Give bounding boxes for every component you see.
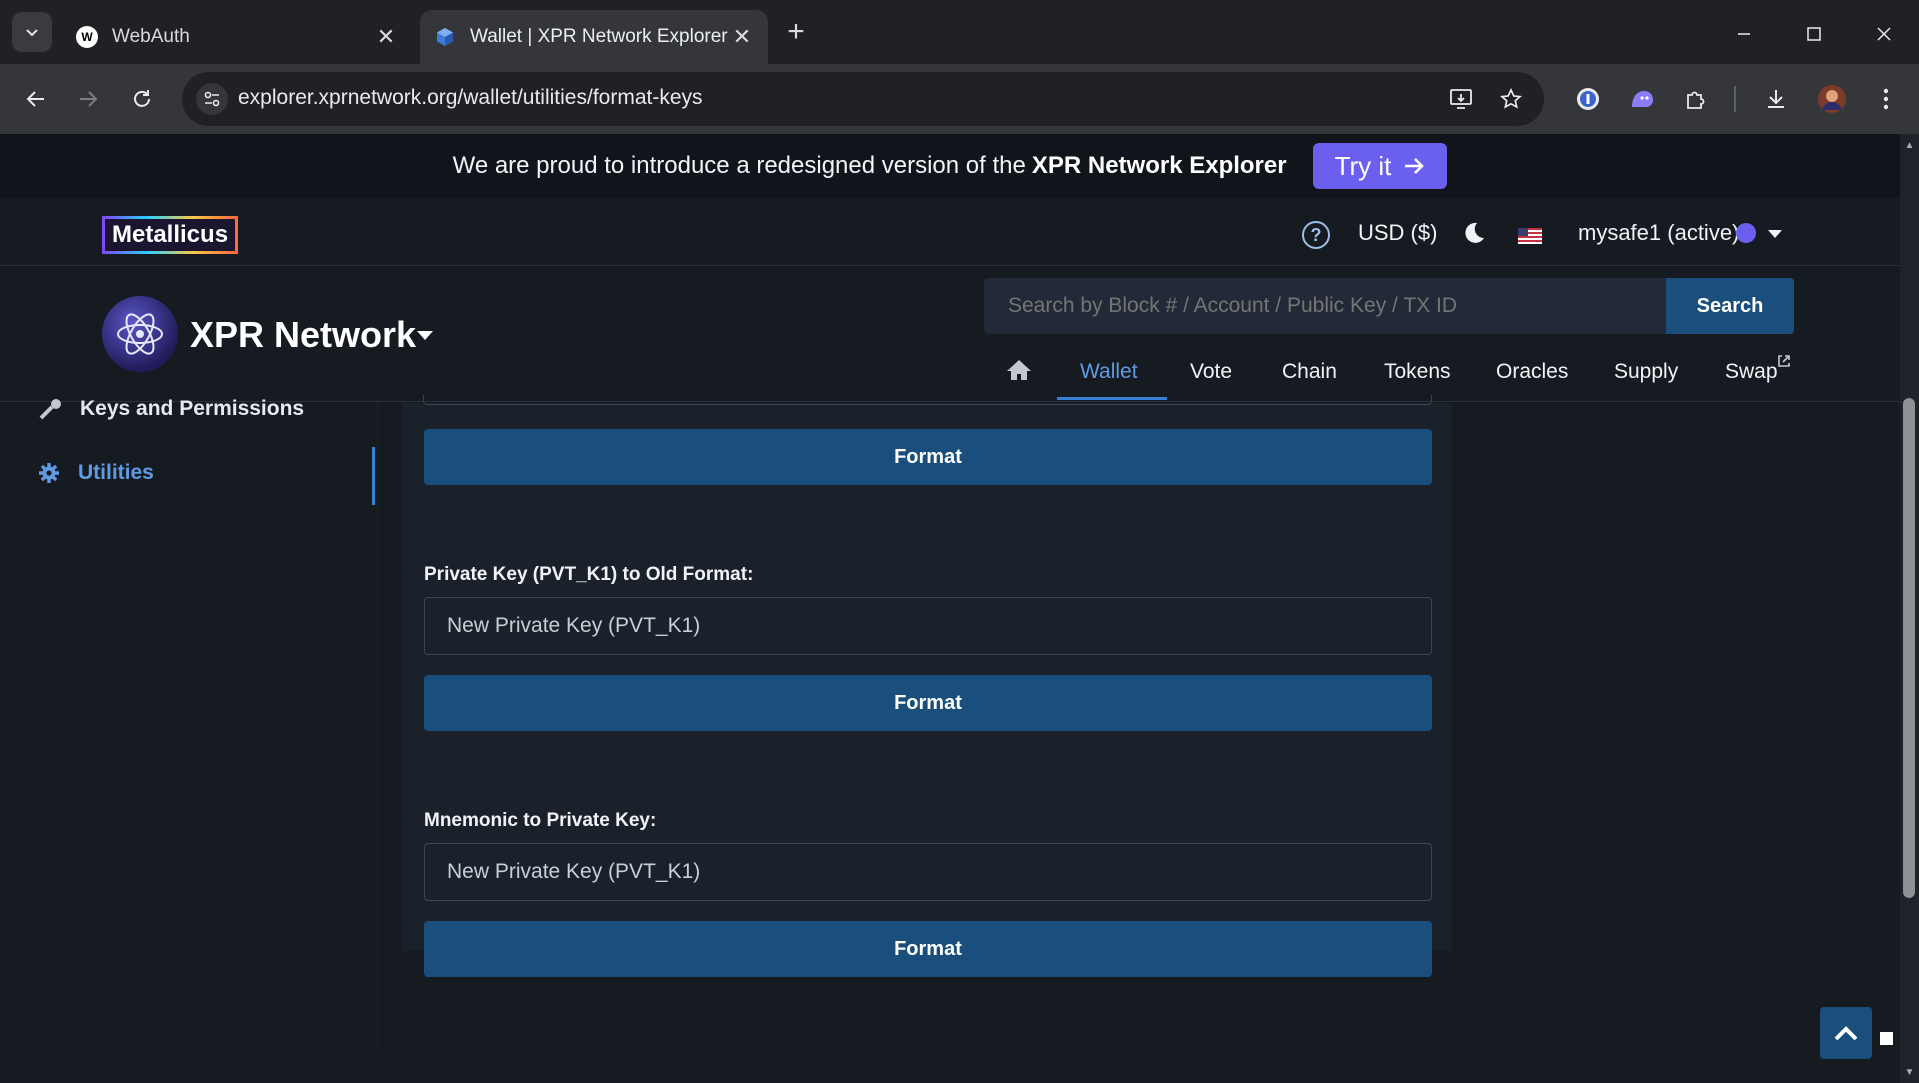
private-to-old-label: Private Key (PVT_K1) to Old Format: — [424, 564, 754, 585]
format-button-2[interactable]: Format — [424, 675, 1432, 731]
sidebar-item-label: Keys and Permissions — [80, 397, 305, 420]
account-name[interactable]: mysafe1 (active) — [1578, 220, 1739, 246]
sidebar-item-keys-permissions[interactable]: Keys and Permissions — [38, 397, 304, 421]
nav-vote[interactable]: Vote — [1190, 360, 1232, 384]
back-icon[interactable] — [14, 77, 58, 121]
wallet-sidebar: Keys and Permissions Utilities — [0, 397, 378, 1049]
tab-wallet-explorer[interactable]: Wallet | XPR Network Explorer ✕ — [420, 10, 768, 64]
banner-text: We are proud to introduce a redesigned v… — [452, 152, 1026, 179]
mnemonic-input[interactable] — [424, 843, 1432, 901]
tab-strip: W WebAuth ✕ Wallet | XPR Network Explore… — [0, 0, 1919, 64]
address-bar[interactable]: explorer.xprnetwork.org/wallet/utilities… — [182, 72, 1544, 126]
nav-wallet[interactable]: Wallet — [1080, 360, 1138, 384]
tab-webauth[interactable]: W WebAuth ✕ — [62, 10, 412, 64]
chevron-up-icon — [1834, 1026, 1858, 1041]
password-manager-icon[interactable] — [1568, 79, 1608, 119]
banner-highlight: XPR Network Explorer — [1031, 152, 1287, 179]
try-it-button[interactable]: Try it — [1312, 143, 1448, 189]
sidebar-item-utilities[interactable]: Utilities — [38, 461, 154, 485]
tab-title: Wallet | XPR Network Explorer — [470, 26, 728, 47]
network-caret-icon[interactable] — [417, 331, 433, 340]
page-viewport: We are proud to introduce a redesigned v… — [0, 134, 1900, 1083]
xpr-network-title[interactable]: XPR Network — [190, 314, 416, 356]
forward-icon[interactable] — [66, 77, 110, 121]
moon-icon[interactable] — [1460, 220, 1486, 246]
close-tab-icon[interactable]: ✕ — [374, 24, 398, 49]
site-settings-icon[interactable] — [196, 83, 228, 115]
overlay-widget[interactable] — [1880, 1032, 1893, 1045]
nav-chain[interactable]: Chain — [1282, 360, 1337, 384]
home-icon[interactable] — [1006, 358, 1032, 382]
browser-toolbar: explorer.xprnetwork.org/wallet/utilities… — [0, 64, 1919, 134]
close-window-icon[interactable] — [1864, 14, 1904, 54]
download-icon[interactable] — [1756, 79, 1796, 119]
reload-icon[interactable] — [120, 77, 164, 121]
account-caret-icon[interactable] — [1768, 230, 1782, 238]
main-navbar: XPR Network Search Wallet Vote Chain Tok… — [0, 266, 1900, 402]
external-link-icon — [1778, 355, 1790, 367]
bookmark-star-icon[interactable] — [1494, 82, 1528, 116]
nav-supply[interactable]: Supply — [1614, 360, 1678, 384]
scroll-down-arrow-icon[interactable]: ▼ — [1900, 1063, 1919, 1081]
scroll-up-arrow-icon[interactable]: ▲ — [1900, 136, 1919, 154]
format-button-1[interactable]: Format — [424, 429, 1432, 485]
sidebar-item-label: Utilities — [78, 461, 154, 484]
metallicus-logo[interactable]: Metallicus — [102, 216, 239, 254]
kebab-menu-icon[interactable] — [1866, 79, 1906, 119]
previous-input-edge — [423, 395, 1432, 405]
mnemonic-label: Mnemonic to Private Key: — [424, 810, 657, 831]
help-icon[interactable]: ? — [1302, 221, 1330, 249]
gear-icon — [39, 463, 59, 483]
tab-title: WebAuth — [112, 26, 190, 47]
extension-ghost-icon[interactable] — [1622, 79, 1662, 119]
xpr-atom-badge-icon — [1736, 223, 1756, 243]
top-bar: Metallicus ? USD ($) mysafe1 (active) — [0, 198, 1900, 266]
nav-oracles[interactable]: Oracles — [1496, 360, 1568, 384]
toolbar-divider — [1734, 86, 1736, 112]
try-it-label: Try it — [1334, 150, 1392, 181]
maximize-icon[interactable] — [1794, 14, 1834, 54]
search-input[interactable] — [984, 278, 1666, 334]
format-button-3[interactable]: Format — [424, 921, 1432, 977]
announcement-banner: We are proud to introduce a redesigned v… — [0, 134, 1900, 198]
search-button[interactable]: Search — [1666, 278, 1794, 334]
private-key-old-format-input[interactable] — [424, 597, 1432, 655]
close-tab-icon[interactable]: ✕ — [730, 24, 754, 49]
sidebar-active-indicator — [372, 447, 375, 505]
arrow-right-icon — [1405, 158, 1425, 174]
key-icon — [39, 399, 61, 420]
extensions-puzzle-icon[interactable] — [1676, 79, 1716, 119]
url-text: explorer.xprnetwork.org/wallet/utilities… — [238, 86, 703, 109]
tab-search-button[interactable] — [12, 12, 52, 52]
minimize-icon[interactable] — [1724, 14, 1764, 54]
webauth-favicon-icon: W — [76, 26, 98, 48]
nav-tokens[interactable]: Tokens — [1384, 360, 1451, 384]
new-tab-button[interactable]: + — [778, 14, 814, 50]
profile-avatar[interactable] — [1812, 79, 1852, 119]
scrollbar-thumb[interactable] — [1903, 398, 1915, 898]
chevron-down-icon — [26, 29, 38, 37]
scroll-to-top-button[interactable] — [1820, 1007, 1872, 1059]
xpr-network-logo-icon[interactable] — [102, 296, 178, 372]
currency-selector[interactable]: USD ($) — [1358, 220, 1437, 246]
install-app-icon[interactable] — [1444, 82, 1478, 116]
nav-swap[interactable]: Swap — [1725, 360, 1778, 384]
xpr-cube-icon — [434, 26, 456, 48]
us-flag-icon[interactable] — [1518, 228, 1542, 244]
